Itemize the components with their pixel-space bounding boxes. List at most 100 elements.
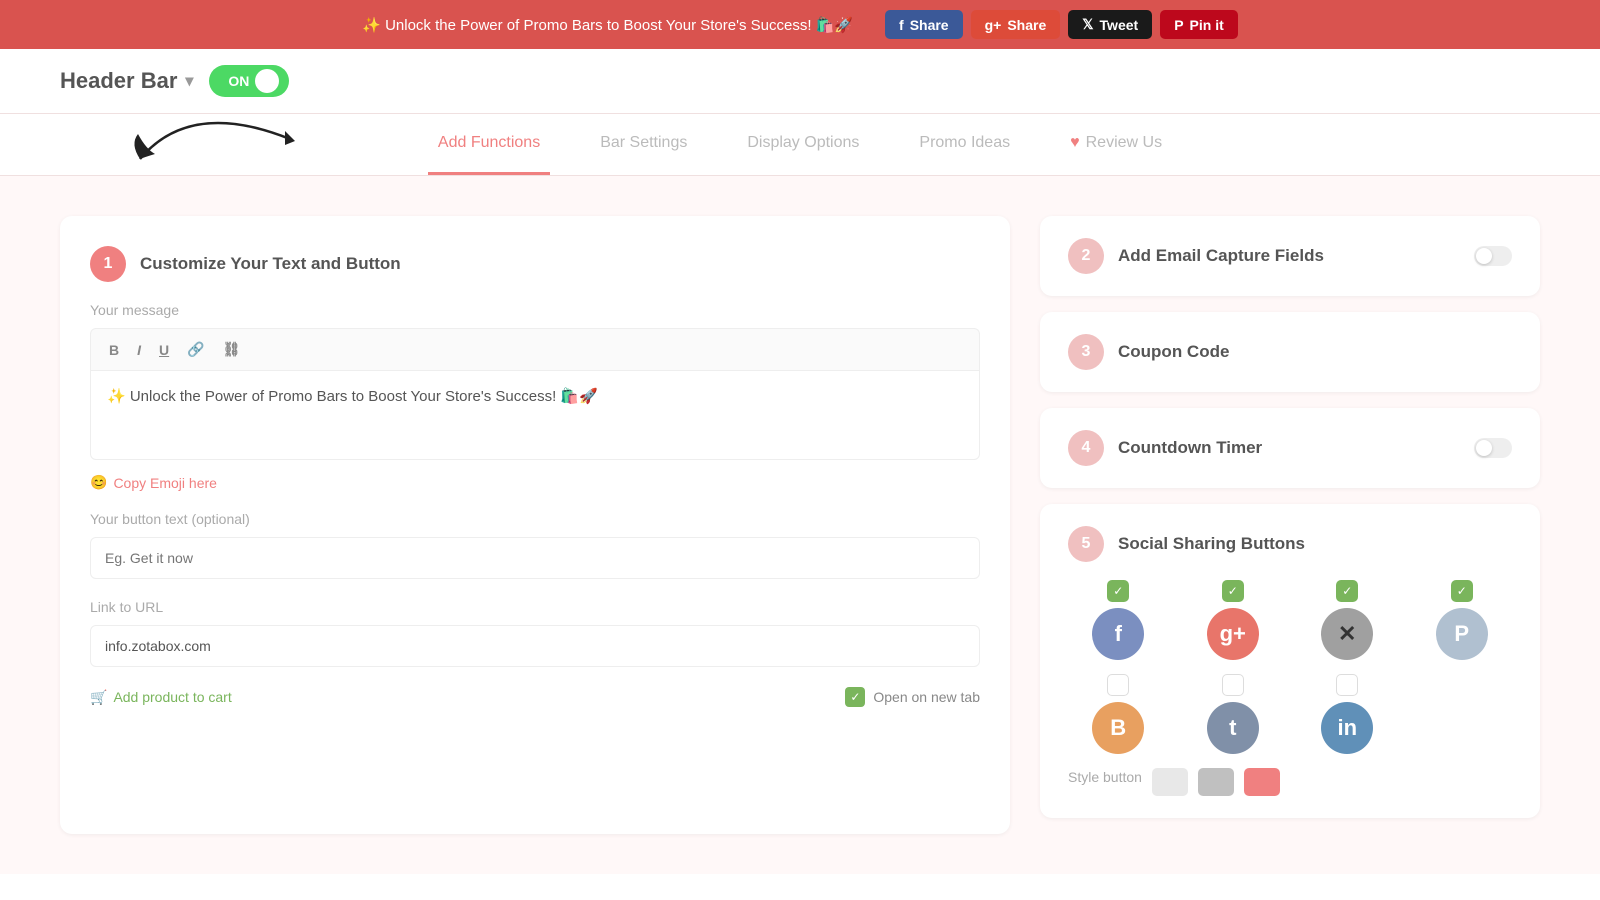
countdown-timer-toggle[interactable]: [1474, 438, 1512, 458]
tab-display-options[interactable]: Display Options: [737, 114, 869, 175]
countdown-timer-title: Countdown Timer: [1118, 438, 1262, 458]
open-new-tab-row: ✓ Open on new tab: [845, 687, 980, 707]
link-button[interactable]: 🔗: [183, 339, 208, 360]
linkedin-checkbox[interactable]: [1336, 674, 1358, 696]
step1-number: 1: [104, 255, 113, 273]
pinterest-share-button[interactable]: P Pin it: [1160, 10, 1238, 39]
button-text-input[interactable]: [90, 537, 980, 579]
tumblr-check-row: [1222, 674, 1244, 696]
email-capture-toggle[interactable]: [1474, 246, 1512, 266]
googleplus-icon: g+: [985, 17, 1002, 33]
nav-tabs: Add Functions Bar Settings Display Optio…: [0, 114, 1600, 176]
social-sharing-header: 5 Social Sharing Buttons: [1068, 526, 1512, 562]
header-area: Header Bar ▾ ON: [0, 49, 1600, 114]
promo-banner: ✨ Unlock the Power of Promo Bars to Boos…: [0, 0, 1600, 49]
tab-promo-ideas[interactable]: Promo Ideas: [909, 114, 1020, 175]
pin-checkbox[interactable]: ✓: [1451, 580, 1473, 602]
twitter-icon: 𝕏: [1082, 16, 1093, 33]
social-item-facebook: ✓ f: [1068, 580, 1169, 660]
text-toolbar: B I U 🔗 ⛓: [90, 328, 980, 370]
toggle-circle: [255, 69, 279, 93]
tw-check-row: ✓: [1336, 580, 1358, 602]
social-sharing-title: Social Sharing Buttons: [1118, 534, 1305, 554]
facebook-social-icon[interactable]: f: [1092, 608, 1144, 660]
power-toggle[interactable]: ON: [209, 65, 289, 97]
tab-display-options-label: Display Options: [747, 134, 859, 152]
add-product-link[interactable]: 🛒 Add product to cart: [90, 689, 232, 706]
tab-review-us-label: Review Us: [1086, 134, 1162, 152]
unlink-button[interactable]: ⛓: [219, 339, 245, 360]
coupon-code-header: 3 Coupon Code: [1068, 334, 1512, 370]
italic-button[interactable]: I: [133, 339, 145, 360]
twitter-share-label: Tweet: [1100, 17, 1139, 33]
fb-checkbox[interactable]: ✓: [1107, 580, 1129, 602]
right-panel: 2 Add Email Capture Fields 3 Coupon Code…: [1040, 216, 1540, 834]
style-swatch-3[interactable]: [1244, 768, 1280, 796]
button-text-label: Your button text (optional): [90, 511, 980, 527]
social-item-linkedin: in: [1297, 674, 1398, 754]
tumblr-checkbox[interactable]: [1222, 674, 1244, 696]
gp-checkbox[interactable]: ✓: [1222, 580, 1244, 602]
tab-add-functions-label: Add Functions: [438, 134, 540, 152]
tab-review-us[interactable]: ♥ Review Us: [1060, 114, 1172, 175]
main-content: 1 Customize Your Text and Button Your me…: [0, 176, 1600, 874]
facebook-share-button[interactable]: f Share: [885, 10, 963, 39]
bottom-row: 🛒 Add product to cart ✓ Open on new tab: [90, 687, 980, 707]
twitter-share-button[interactable]: 𝕏 Tweet: [1068, 10, 1152, 39]
gp-check-row: ✓: [1222, 580, 1244, 602]
social-item-blogger: B: [1068, 674, 1169, 754]
countdown-timer-header: 4 Countdown Timer: [1068, 430, 1512, 466]
coupon-code-title: Coupon Code: [1118, 342, 1229, 362]
linkedin-social-icon[interactable]: in: [1321, 702, 1373, 754]
style-swatch-1[interactable]: [1152, 768, 1188, 796]
email-capture-title: Add Email Capture Fields: [1118, 246, 1324, 266]
header-title: Header Bar ▾: [60, 68, 193, 94]
emoji-icon: 😊: [90, 474, 107, 491]
tab-bar-settings[interactable]: Bar Settings: [590, 114, 697, 175]
tab-promo-ideas-label: Promo Ideas: [919, 134, 1010, 152]
style-button-label: Style button: [1068, 769, 1142, 785]
email-capture-section: 2 Add Email Capture Fields: [1040, 216, 1540, 296]
step4-badge: 4: [1068, 430, 1104, 466]
tumblr-social-icon[interactable]: t: [1207, 702, 1259, 754]
open-new-tab-label: Open on new tab: [873, 689, 980, 705]
message-editor[interactable]: ✨ Unlock the Power of Promo Bars to Boos…: [90, 370, 980, 460]
emoji-copy-link[interactable]: 😊 Copy Emoji here: [90, 474, 980, 491]
link-url-section: Link to URL: [90, 599, 980, 667]
googleplus-social-icon[interactable]: g+: [1207, 608, 1259, 660]
link-url-input[interactable]: [90, 625, 980, 667]
style-button-row: Style button: [1068, 768, 1512, 796]
shopify-icon: 🛒: [90, 689, 107, 706]
toggle-label: ON: [228, 73, 249, 89]
facebook-icon: f: [899, 17, 904, 33]
pinterest-social-icon[interactable]: P: [1436, 608, 1488, 660]
twitter-social-icon[interactable]: ✕: [1321, 608, 1373, 660]
step1-header: 1 Customize Your Text and Button: [90, 246, 980, 282]
social-item-pinterest: ✓ P: [1412, 580, 1513, 660]
social-item-googleplus: ✓ g+: [1183, 580, 1284, 660]
toggle-wrapper: ON: [209, 65, 289, 97]
style-swatch-2[interactable]: [1198, 768, 1234, 796]
open-new-tab-checkbox[interactable]: ✓: [845, 687, 865, 707]
underline-button[interactable]: U: [155, 339, 173, 360]
blogger-checkbox[interactable]: [1107, 674, 1129, 696]
tab-add-functions[interactable]: Add Functions: [428, 114, 550, 175]
tw-checkbox[interactable]: ✓: [1336, 580, 1358, 602]
googleplus-share-label: Share: [1007, 17, 1046, 33]
promo-text: ✨ Unlock the Power of Promo Bars to Boos…: [362, 16, 853, 34]
chevron-down-icon[interactable]: ▾: [185, 71, 193, 91]
step2-badge: 2: [1068, 238, 1104, 274]
heart-icon: ♥: [1070, 134, 1080, 152]
step3-badge: 3: [1068, 334, 1104, 370]
googleplus-share-button[interactable]: g+ Share: [971, 10, 1061, 39]
blogger-social-icon[interactable]: B: [1092, 702, 1144, 754]
bold-button[interactable]: B: [105, 339, 123, 360]
step1-title: Customize Your Text and Button: [140, 254, 401, 274]
social-item-tumblr: t: [1183, 674, 1284, 754]
blogger-check-row: [1107, 674, 1129, 696]
message-label: Your message: [90, 302, 980, 318]
email-capture-header: 2 Add Email Capture Fields: [1068, 238, 1512, 274]
pinterest-share-label: Pin it: [1190, 17, 1224, 33]
pinterest-icon: P: [1174, 17, 1183, 33]
facebook-share-label: Share: [910, 17, 949, 33]
